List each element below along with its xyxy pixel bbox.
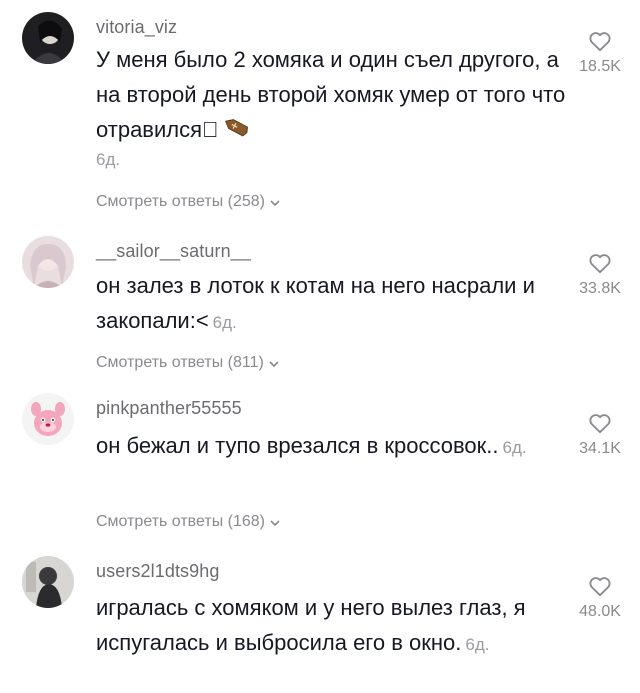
like-count: 18.5K xyxy=(579,58,621,75)
like-button[interactable]: 48.0K xyxy=(560,573,640,621)
coffin-icon xyxy=(219,115,249,137)
comment-time: 6д. xyxy=(502,438,527,457)
chevron-down-icon xyxy=(269,516,281,528)
username[interactable]: pinkpanther55555 xyxy=(96,398,242,419)
avatar[interactable] xyxy=(22,12,74,64)
view-replies-label: Смотреть ответы (168) xyxy=(96,513,265,530)
view-replies-button[interactable]: Смотреть ответы (258) xyxy=(96,193,281,211)
avatar[interactable] xyxy=(22,393,74,445)
like-button[interactable]: 34.1K xyxy=(560,410,640,458)
like-count: 48.0K xyxy=(579,603,621,620)
heart-outline-icon xyxy=(589,577,611,597)
comment-text: он залез в лоток к котам на него насрали… xyxy=(96,268,566,340)
view-replies-label: Смотреть ответы (258) xyxy=(96,193,265,210)
username[interactable]: users2l1dts9hg xyxy=(96,561,219,582)
comment-time: 6д. xyxy=(96,150,121,169)
view-replies-button[interactable]: Смотреть ответы (811) xyxy=(96,354,280,372)
comment-body: он залез в лоток к котам на него насрали… xyxy=(96,273,535,333)
comment-body: У меня было 2 хомяка и один съел другого… xyxy=(96,47,566,142)
comment-text: игралась с хомяком и у него вылез глаз, … xyxy=(96,590,566,662)
comment-text: У меня было 2 хомяка и один съел другого… xyxy=(96,42,566,173)
heart-outline-icon xyxy=(589,414,611,434)
heart-outline-icon xyxy=(589,32,611,52)
like-count: 34.1K xyxy=(579,440,621,457)
like-count: 33.8K xyxy=(579,280,621,297)
comment-body: игралась с хомяком и у него вылез глаз, … xyxy=(96,595,526,655)
avatar[interactable] xyxy=(22,556,74,608)
comment-time: 6д. xyxy=(212,313,237,332)
comment-text: он бежал и тупо врезался в кроссовок.. 6д… xyxy=(96,428,566,465)
like-button[interactable]: 18.5K xyxy=(560,28,640,76)
view-replies-label: Смотреть ответы (811) xyxy=(96,354,264,371)
heart-outline-icon xyxy=(589,254,611,274)
username[interactable]: vitoria_viz xyxy=(96,17,177,38)
comment-time: 6д. xyxy=(465,635,490,654)
view-replies-button[interactable]: Смотреть ответы (168) xyxy=(96,513,281,531)
like-button[interactable]: 33.8K xyxy=(560,250,640,298)
chevron-down-icon xyxy=(268,357,280,369)
chevron-down-icon xyxy=(269,196,281,208)
comment-body: он бежал и тупо врезался в кроссовок.. xyxy=(96,433,499,458)
avatar[interactable] xyxy=(22,236,74,288)
username[interactable]: __sailor__saturn__ xyxy=(96,241,251,262)
